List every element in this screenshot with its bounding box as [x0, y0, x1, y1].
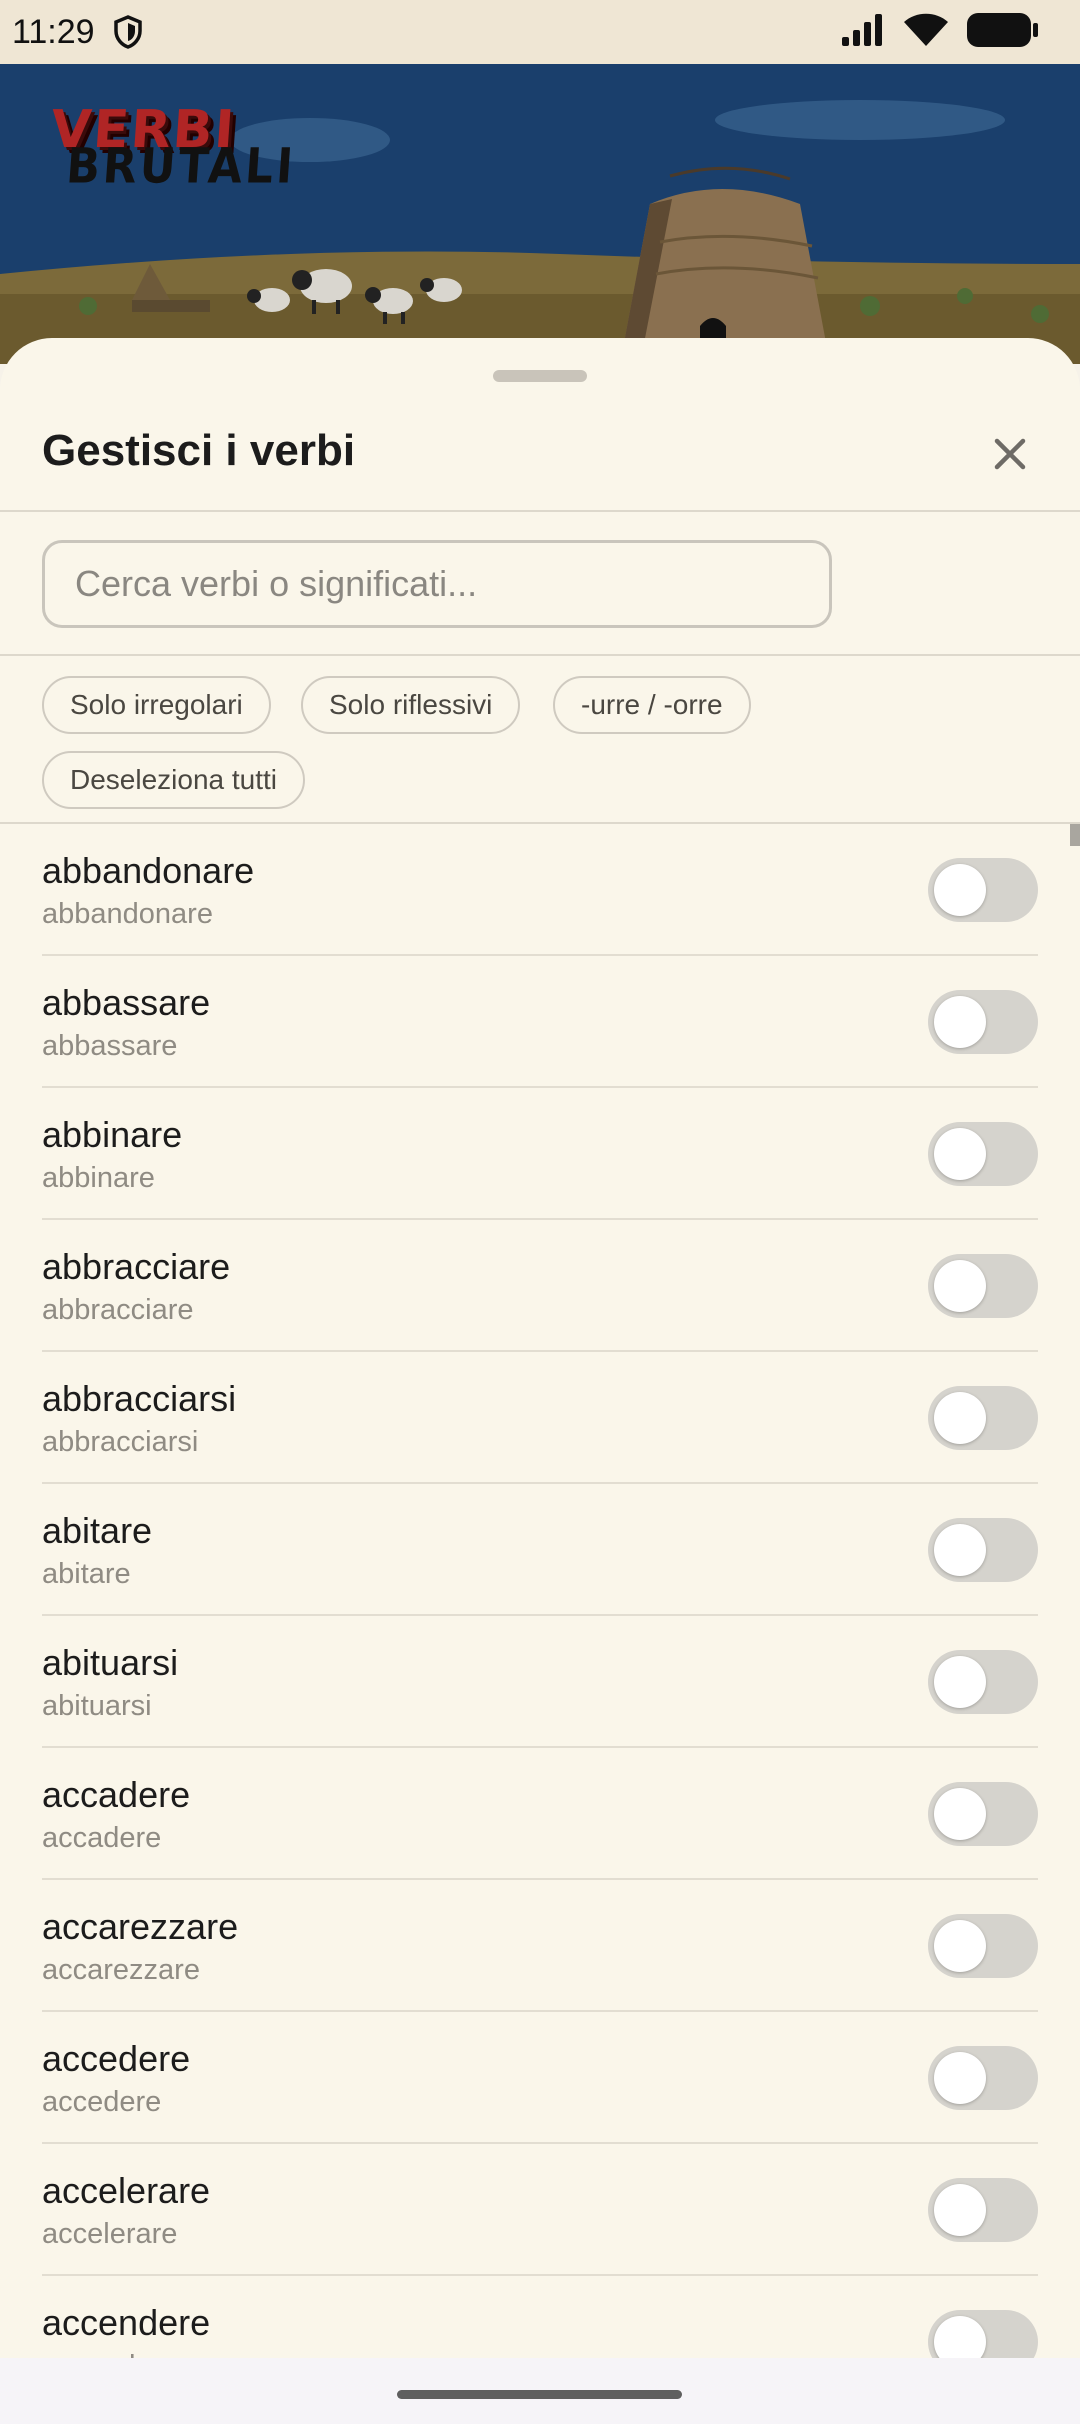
verb-name: accelerare [42, 2170, 211, 2211]
battery-icon [966, 12, 1040, 53]
toggle-knob [934, 996, 986, 1048]
verb-toggle[interactable] [928, 2310, 1038, 2358]
verb-meaning: abituarsi [42, 1690, 152, 1722]
verb-meaning: accarezzare [42, 1954, 200, 1986]
chip-urre-orre[interactable]: -urre / -orre [553, 676, 751, 734]
verb-name: accadere [42, 1774, 191, 1815]
shield-icon [113, 15, 143, 49]
sheet-header: Gestisci i verbi [0, 408, 1080, 512]
search-input[interactable] [42, 540, 832, 628]
toggle-knob [934, 2184, 986, 2236]
verb-meaning: abbinare [42, 1162, 155, 1194]
verb-meaning: abitare [42, 1558, 131, 1590]
toggle-knob [934, 2316, 986, 2358]
verb-toggle[interactable] [928, 1650, 1038, 1714]
verb-name: abbracciare [42, 1246, 231, 1287]
toggle-knob [934, 1392, 986, 1444]
verb-name: accarezzare [42, 1906, 239, 1947]
verb-name: abbandonare [42, 850, 255, 891]
close-button[interactable] [984, 428, 1036, 480]
list-item: accendere accendere [42, 2276, 1038, 2358]
verb-toggle[interactable] [928, 990, 1038, 1054]
toggle-knob [934, 1656, 986, 1708]
list-item: abbracciare abbracciare [42, 1220, 1038, 1352]
chip-reflexive-only[interactable]: Solo riflessivi [301, 676, 521, 734]
verb-meaning: accendere [42, 2350, 177, 2358]
list-item: abbassare abbassare [42, 956, 1038, 1088]
verb-meaning: accadere [42, 1822, 162, 1854]
toggle-knob [934, 1524, 986, 1576]
verb-toggle[interactable] [928, 1914, 1038, 1978]
list-item: accarezzare accarezzare [42, 1880, 1038, 2012]
sheet-title: Gestisci i verbi [42, 426, 356, 475]
toggle-knob [934, 1920, 986, 1972]
verb-toggle[interactable] [928, 1782, 1038, 1846]
verb-name: abbinare [42, 1114, 183, 1155]
status-icons [840, 12, 1040, 53]
verb-list[interactable]: abbandonare abbandonare abbassare abbass… [0, 824, 1080, 2358]
app-logo: VERBI BRUTALI [47, 100, 300, 195]
filter-chips: Solo irregolari Solo riflessivi -urre / … [0, 656, 1080, 824]
verb-name: abbassare [42, 982, 211, 1023]
verb-name: abbracciarsi [42, 1378, 237, 1419]
verb-toggle[interactable] [928, 1254, 1038, 1318]
verb-toggle[interactable] [928, 1518, 1038, 1582]
verb-name: accedere [42, 2038, 191, 2079]
chip-deselect-all[interactable]: Deseleziona tutti [42, 751, 306, 809]
toggle-knob [934, 1260, 986, 1312]
verb-toggle[interactable] [928, 1386, 1038, 1450]
list-item: abbracciarsi abbracciarsi [42, 1352, 1038, 1484]
verb-meaning: abbassare [42, 1030, 178, 1062]
verb-meaning: abbandonare [42, 898, 213, 930]
toggle-knob [934, 2052, 986, 2104]
verb-meaning: accelerare [42, 2218, 178, 2250]
list-item: accelerare accelerare [42, 2144, 1038, 2276]
list-item: abituarsi abituarsi [42, 1616, 1038, 1748]
chip-irregular-only[interactable]: Solo irregolari [42, 676, 271, 734]
logo-line-2: BRUTALI [64, 138, 298, 195]
system-nav-bar [0, 2358, 1080, 2424]
signal-icon [840, 13, 886, 52]
toggle-knob [934, 1788, 986, 1840]
list-item: abitare abitare [42, 1484, 1038, 1616]
verb-toggle[interactable] [928, 858, 1038, 922]
status-bar: 11:29 [0, 0, 1080, 64]
wifi-icon [902, 12, 950, 53]
home-indicator[interactable] [397, 2390, 682, 2399]
verb-toggle[interactable] [928, 1122, 1038, 1186]
toggle-knob [934, 1128, 986, 1180]
verb-meaning: abbracciarsi [42, 1426, 199, 1458]
toggle-knob [934, 864, 986, 916]
list-item: accedere accedere [42, 2012, 1038, 2144]
list-item: accadere accadere [42, 1748, 1038, 1880]
verb-name: abitare [42, 1510, 153, 1551]
manage-verbs-sheet: Gestisci i verbi Solo irregolari Solo ri… [0, 338, 1080, 2358]
scrollbar-thumb[interactable] [1070, 824, 1080, 846]
verb-toggle[interactable] [928, 2046, 1038, 2110]
verb-toggle[interactable] [928, 2178, 1038, 2242]
verb-name: accendere [42, 2302, 211, 2343]
search-area [0, 514, 1080, 656]
drag-handle[interactable] [493, 370, 587, 382]
close-icon [994, 438, 1026, 470]
list-item: abbinare abbinare [42, 1088, 1038, 1220]
verb-name: abituarsi [42, 1642, 179, 1683]
status-time: 11:29 [12, 12, 95, 51]
list-item: abbandonare abbandonare [42, 824, 1038, 956]
verb-meaning: abbracciare [42, 1294, 194, 1326]
verb-meaning: accedere [42, 2086, 162, 2118]
hero-banner: VERBI BRUTALI [0, 64, 1080, 364]
